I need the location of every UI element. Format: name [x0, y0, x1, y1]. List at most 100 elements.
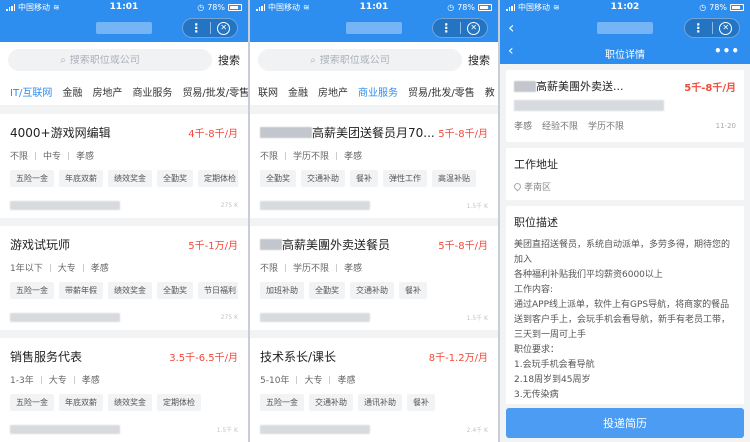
status-time: 11:01	[109, 2, 139, 12]
search-button[interactable]: 搜索	[218, 52, 240, 68]
more-menu-icon[interactable]: ⋮	[183, 19, 210, 37]
job-tag: 定期体检	[198, 170, 238, 187]
search-box[interactable]: ⌕	[8, 49, 212, 71]
job-tag: 高温补贴	[432, 170, 476, 187]
alarm-icon: ◷	[699, 2, 707, 12]
job-tag: 全勤奖	[157, 170, 193, 187]
detail-nav-bar: ‹ 职位详情 •••	[500, 42, 750, 64]
battery-label: 78%	[457, 2, 475, 12]
blurred-text	[260, 127, 312, 138]
search-input[interactable]	[319, 54, 410, 66]
job-tag: 加班补助	[260, 282, 304, 299]
address-card: 工作地址 孝南区	[506, 148, 744, 200]
status-time: 11:01	[359, 2, 389, 12]
job-meta: 5-10年 大专 孝感	[260, 375, 356, 386]
address-heading: 工作地址	[514, 158, 558, 171]
job-tags: 五险一金 带薪年假 绩效奖金 全勤奖 节日福利	[10, 282, 238, 299]
back-chevron-icon[interactable]: ‹	[508, 43, 514, 59]
job-tag: 五险一金	[10, 282, 54, 299]
tab-finance[interactable]: 金融	[62, 84, 82, 99]
tab-trade[interactable]: 贸易/批发/零售	[408, 84, 475, 99]
blurred-text	[260, 239, 282, 250]
search-input[interactable]	[69, 54, 160, 66]
job-tag: 绩效奖金	[108, 394, 152, 411]
job-tag: 五险一金	[260, 394, 304, 411]
blurred-company-name	[10, 201, 120, 210]
job-tags: 五险一金 年底双薪 绩效奖金 全勤奖 定期体检	[10, 170, 238, 187]
job-card[interactable]: 技术系长/课长 8千-1.2万/月 5-10年 大专 孝感 五险一金 交通补助 …	[250, 338, 498, 442]
tab-internet[interactable]: 联网	[258, 84, 278, 99]
blurred-page-title	[597, 22, 653, 34]
back-chevron-icon[interactable]: ‹	[508, 18, 514, 38]
more-icon[interactable]: •••	[714, 44, 740, 58]
alarm-icon: ◷	[197, 2, 205, 12]
tab-it-internet[interactable]: IT/互联网	[10, 84, 52, 99]
job-tag: 定期体检	[157, 394, 201, 411]
tab-trade[interactable]: 贸易/批发/零售	[182, 84, 248, 99]
blurred-company-name	[514, 100, 664, 111]
mini-program-capsule: ⋮ ✕	[182, 18, 238, 38]
job-salary: 5千-1万/月	[188, 241, 238, 252]
status-bar: 中国移动 ≋ 11:01 ◷ 78%	[0, 0, 248, 14]
job-summary-card: 高薪美團外卖送... 5千-8千/月 孝感 经验不限 学历不限 11-20	[506, 70, 744, 142]
job-card[interactable]: 4000+游戏网编辑 4千-8千/月 不限 中专 孝感 五险一金 年底双薪 绩效…	[0, 114, 248, 218]
search-button[interactable]: 搜索	[468, 52, 490, 68]
carrier-label: 中国移动	[268, 2, 300, 12]
job-tag: 交通补助	[301, 170, 345, 187]
more-menu-icon[interactable]: ⋮	[685, 19, 712, 37]
job-title: 4000+游戏网编辑	[10, 126, 111, 140]
search-row: ⌕ 搜索	[250, 42, 498, 78]
tab-education[interactable]: 教	[485, 84, 495, 99]
job-meta: 1-3年 大专 孝感	[10, 375, 100, 386]
job-salary: 5千-8千/月	[438, 241, 488, 252]
wifi-icon: ≋	[553, 2, 560, 12]
job-tag: 交通补助	[309, 394, 353, 411]
job-card[interactable]: 高薪美团送餐员月70... 5千-8千/月 不限 学历不限 孝感 全勤奖 交通补…	[250, 114, 498, 218]
description-card: 职位描述 美团直招送餐员，系统自动派单，多劳多得，期待您的加入 各种福利补贴我们…	[506, 206, 744, 406]
tab-real-estate[interactable]: 房地产	[92, 84, 122, 99]
blurred-company-name	[260, 313, 370, 322]
tab-finance[interactable]: 金融	[288, 84, 308, 99]
close-button[interactable]: ✕	[713, 21, 740, 35]
blurred-text	[514, 80, 536, 92]
carrier-label: 中国移动	[518, 2, 550, 12]
post-date: 11-20	[715, 121, 736, 130]
tab-business-service[interactable]: 商业服务	[358, 84, 398, 99]
apply-button[interactable]: 投递简历	[506, 408, 744, 438]
job-distance: 2.4千 K	[466, 427, 488, 434]
job-tag: 餐补	[407, 394, 435, 411]
blurred-company-name	[260, 425, 370, 434]
alarm-icon: ◷	[447, 2, 455, 12]
job-tags: 加班补助 全勤奖 交通补助 餐补	[260, 282, 488, 299]
tab-real-estate[interactable]: 房地产	[318, 84, 348, 99]
job-tag: 全勤奖	[157, 282, 193, 299]
close-icon: ✕	[467, 21, 481, 35]
job-tags: 五险一金 交通补助 通讯补助 餐补	[260, 394, 488, 411]
close-icon: ✕	[719, 21, 733, 35]
tab-business-service[interactable]: 商业服务	[132, 84, 172, 99]
blurred-company-name	[10, 313, 120, 322]
signal-icon	[256, 3, 265, 11]
search-row: ⌕ 搜索	[0, 42, 248, 78]
location-pin-icon	[512, 181, 523, 192]
job-title: 高薪美团送餐员月70...	[312, 126, 435, 140]
job-title: 技术系长/课长	[260, 350, 337, 364]
job-distance: 1.5千 K	[466, 315, 488, 322]
close-button[interactable]: ✕	[461, 21, 488, 35]
close-button[interactable]: ✕	[211, 21, 238, 35]
description-heading: 职位描述	[514, 216, 558, 229]
job-card[interactable]: 高薪美團外卖送餐员 5千-8千/月 不限 学历不限 孝感 加班补助 全勤奖 交通…	[250, 226, 498, 330]
job-card[interactable]: 游戏试玩师 5千-1万/月 1年以下 大专 孝感 五险一金 带薪年假 绩效奖金 …	[0, 226, 248, 330]
job-detail-panel: 中国移动 ≋ 11:02 ◷ 78% ‹ ⋮ ✕ ‹ 职位详情 ••• 高薪美團…	[500, 0, 750, 442]
job-card[interactable]: 销售服务代表 3.5千-6.5千/月 1-3年 大专 孝感 五险一金 年底双薪 …	[0, 338, 248, 442]
more-menu-icon[interactable]: ⋮	[433, 19, 460, 37]
job-tag: 绩效奖金	[108, 282, 152, 299]
search-box[interactable]: ⌕	[258, 49, 462, 71]
battery-icon	[228, 3, 242, 11]
blurred-company-name	[10, 425, 120, 434]
job-list-panel-1: 中国移动 ≋ 11:01 ◷ 78% ⋮ ✕ ⌕ 搜索职位或公司 搜索 IT/互…	[0, 0, 248, 442]
apply-bar: 投递简历	[500, 404, 750, 442]
battery-label: 78%	[709, 2, 727, 12]
job-tag: 年底双薪	[59, 394, 103, 411]
job-title: 游戏试玩师	[10, 238, 71, 252]
